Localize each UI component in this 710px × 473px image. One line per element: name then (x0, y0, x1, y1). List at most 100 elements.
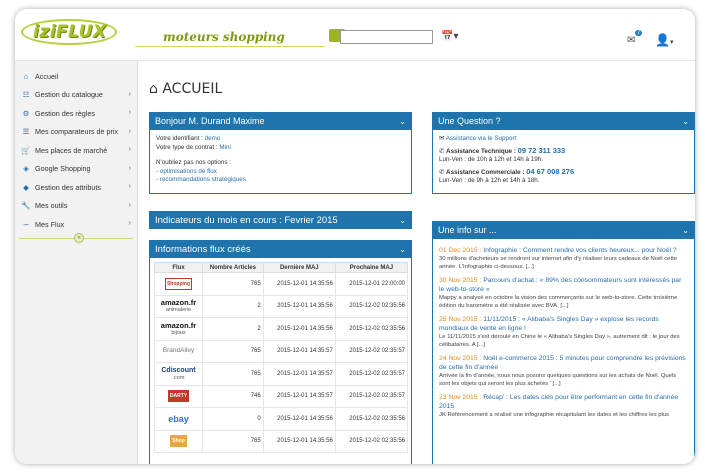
home-icon: ⌂ (149, 81, 158, 97)
article-count: 2 (202, 294, 264, 318)
news-panel-header[interactable]: Une info sur ... ⌄ (433, 222, 694, 239)
article-count: 765 (202, 272, 264, 296)
chevron-down-icon[interactable]: ⌄ (399, 241, 406, 258)
table-row[interactable]: Shop 765 2015-12-01 14:35:56 2015-12-02 … (154, 429, 409, 453)
sidebar-item-label: Mes Flux (35, 219, 65, 229)
column-header: Dernière MAJ (262, 262, 336, 273)
user-menu-icon[interactable]: 👤▾ (655, 33, 673, 47)
welcome-panel-body: Votre identifiant : demo Votre type de c… (150, 130, 411, 190)
sidebar-item-flux[interactable]: ∽ Mes Flux › (15, 215, 137, 234)
chevron-right-icon: › (128, 90, 131, 98)
chevron-down-icon[interactable]: ⌄ (682, 113, 689, 130)
sidebar-item-label: Gestion des attributs (35, 182, 101, 192)
list-item[interactable]: 01 Dec 2015 : Infographie : Comment rend… (439, 246, 688, 271)
welcome-title: Bonjour M. Durand Maxime (155, 116, 265, 126)
next-update: 2015-12-02 02:35:57 (334, 339, 409, 363)
page-title: ⌂ ACCUEIL (149, 81, 222, 97)
list-item[interactable]: 24 Nov 2015 : Noël e-commerce 2015 : 5 m… (439, 354, 688, 388)
indicators-panel-header[interactable]: Indicateurs du mois en cours : Fevrier 2… (150, 212, 411, 229)
envelope-icon[interactable]: ✉ (627, 35, 635, 46)
sidebar-item-comparateurs[interactable]: ☰ Mes comparateurs de prix › (15, 123, 137, 142)
next-update: 2015-12-02 02:35:56 (334, 407, 409, 431)
sidebar-item-google-shopping[interactable]: ◈ Google Shopping › (15, 160, 137, 179)
tech-phone[interactable]: 09 72 311 333 (518, 146, 566, 155)
table-row[interactable]: BrandAlley 765 2015-12-01 14:35:57 2015-… (154, 339, 409, 363)
indicators-title: Indicateurs du mois en cours : Fevrier 2… (155, 215, 338, 226)
channel-logo: Shopping (154, 272, 203, 296)
sidebar: ⌂ Accueil ☷ Gestion du catalogue › ⚙ Ges… (15, 61, 138, 464)
option-recommandations-link[interactable]: - recommandations stratégiques (156, 176, 405, 185)
top-header: iziFLUX moteurs shopping 📅▾ ✉ 7 👤▾ (15, 9, 695, 61)
logo-subtitle: animalerie (165, 307, 192, 314)
logo-text: Cdiscount (161, 366, 196, 374)
sidebar-item-label: Gestion des règles (35, 108, 95, 118)
sidebar-item-regles[interactable]: ⚙ Gestion des règles › (15, 104, 137, 123)
sales-phone[interactable]: 04 67 008 276 (526, 167, 574, 176)
cart-icon: 🛒 (21, 145, 31, 155)
sidebar-item-marketplaces[interactable]: 🛒 Mes places de marché › (15, 141, 137, 160)
news-panel: Une info sur ... ⌄ 01 Dec 2015 : Infogra… (432, 221, 695, 464)
sidebar-item-catalogue[interactable]: ☷ Gestion du catalogue › (15, 86, 137, 105)
list-item[interactable]: 30 Nov 2015 : Parcours d'achat : « 89% d… (439, 276, 688, 310)
last-update: 2015-12-01 14:35:56 (262, 317, 336, 341)
option-optimisation-link[interactable]: - optimisations de flux (156, 168, 405, 177)
rss-icon: ∽ (22, 219, 30, 229)
table-row[interactable]: Shopping 765 2015-12-01 14:35:56 2015-12… (154, 272, 409, 296)
table-row[interactable]: Cdiscount .com 765 2015-12-01 14:35:57 20… (154, 362, 409, 386)
list-item[interactable]: 25 Nov 2015 : 11/11/2015 : « Alibaba's S… (439, 315, 688, 349)
envelope-icon: ✉ (439, 135, 445, 142)
sidebar-item-outils[interactable]: 🔧 Mes outils › (15, 197, 137, 216)
chevron-down-icon[interactable]: ⌄ (399, 212, 406, 229)
sidebar-item-label: Google Shopping (35, 164, 91, 174)
iziflux-logo[interactable]: iziFLUX (21, 19, 129, 49)
chevron-down-icon[interactable]: ⌄ (399, 113, 406, 130)
logo-text: Shop (170, 435, 187, 448)
table-row[interactable]: amazon.fr animalerie 2 2015-12-01 14:35:5… (154, 294, 409, 318)
chevron-right-icon: › (128, 220, 131, 227)
table-row[interactable]: amazon.fr bijoux 2 2015-12-01 14:35:56 20… (154, 317, 409, 341)
welcome-panel-header[interactable]: Bonjour M. Durand Maxime ⌄ (150, 113, 411, 130)
chevron-down-icon[interactable]: ⌄ (682, 222, 689, 239)
support-link[interactable]: Assistance via le Support (446, 135, 517, 142)
channel-logo: DARTY (154, 384, 203, 408)
logo-subtitle: .com (172, 374, 185, 381)
table-row[interactable]: ebay 0 2015-12-01 14:35:56 2015-12-02 02… (154, 407, 409, 431)
sidebar-item-attributs[interactable]: ◆ Gestion des attributs › (15, 178, 137, 197)
question-panel-header[interactable]: Une Question ? ⌄ (433, 113, 694, 130)
last-update: 2015-12-01 14:35:56 (262, 407, 336, 431)
sidebar-divider: « (19, 233, 133, 243)
page-title-text: ACCUEIL (162, 81, 223, 97)
table-row[interactable]: DARTY 746 2015-12-01 14:35:57 2015-12-02… (154, 384, 409, 408)
last-update: 2015-12-01 14:35:57 (262, 362, 336, 386)
next-update: 2015-12-02 02:35:56 (334, 429, 409, 453)
next-update: 2015-12-02 02:35:57 (334, 362, 409, 386)
news-excerpt: Mappy a analysé en octobre la vision des… (439, 295, 678, 309)
logo-text: BrandAlley (162, 347, 195, 355)
article-count: 0 (202, 407, 264, 431)
question-title: Une Question ? (438, 116, 501, 126)
sidebar-item-label: Accueil (35, 71, 59, 81)
sitemap-icon: ☷ (22, 90, 30, 100)
news-date: 23 Nov 2015 (439, 394, 478, 401)
flux-table: Flux Nombre Articles Dernière MAJ Procha… (154, 262, 409, 453)
chevron-right-icon: › (128, 201, 131, 209)
search-input[interactable] (340, 30, 433, 44)
id-value: demo (204, 135, 221, 142)
collapse-sidebar-button[interactable]: « (74, 233, 84, 243)
logo-text: ebay (168, 413, 189, 424)
sales-support-label: Assistance Commerciale : (446, 168, 527, 176)
last-update: 2015-12-01 14:35:56 (262, 272, 336, 296)
news-excerpt: Arrivée la fin d'année, nous nous posons… (439, 373, 677, 387)
indicators-panel: Indicateurs du mois en cours : Fevrier 2… (149, 211, 412, 229)
column-header: Nombre Articles (202, 262, 264, 273)
news-link[interactable]: Infographie : Comment rendre vos clients… (483, 247, 676, 254)
phone-icon: ✆ (439, 168, 445, 176)
calendar-icon[interactable]: 📅▾ (441, 31, 458, 42)
list-item[interactable]: 23 Nov 2015 : Récap' : Les dates clés po… (439, 393, 688, 419)
news-date: 30 Nov 2015 (439, 277, 478, 284)
news-date: 01 Dec 2015 (439, 247, 478, 254)
sidebar-item-accueil[interactable]: ⌂ Accueil (15, 67, 137, 86)
news-date: 25 Nov 2015 (439, 316, 478, 323)
next-update: 2015-12-02 02:35:56 (334, 294, 409, 318)
flux-info-panel-header[interactable]: Informations flux créés ⌄ (150, 241, 411, 258)
